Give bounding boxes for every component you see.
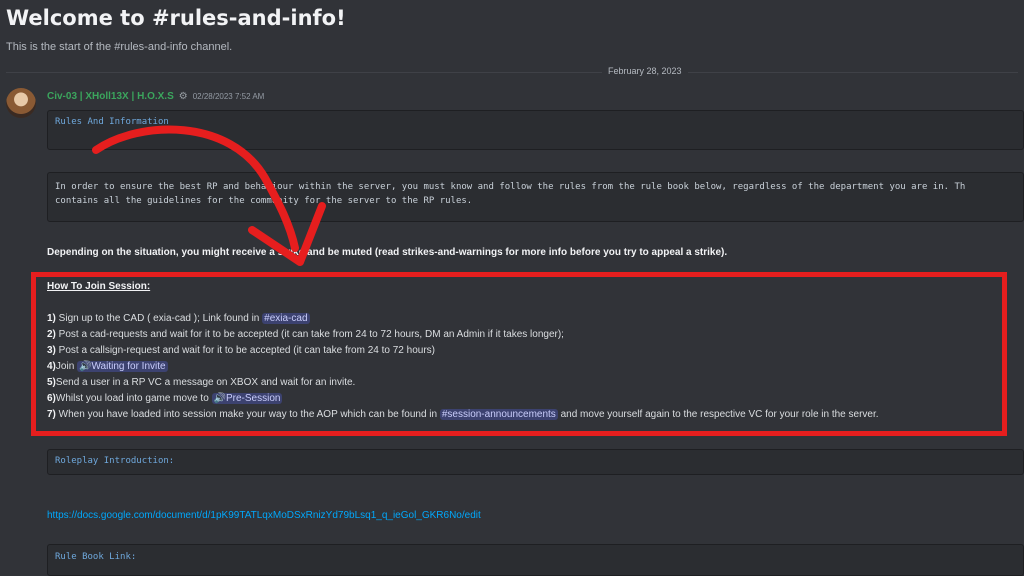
step-number: 6) xyxy=(47,393,56,404)
author-name[interactable]: Civ-03 | XHoll13X | H.O.X.S xyxy=(47,91,174,102)
step-text: Sign up to the CAD ( exia-cad ); Link fo… xyxy=(55,313,263,324)
voice-channel-mention-presession[interactable]: 🔊Pre-Session xyxy=(211,393,283,404)
roleplay-header-text: Roleplay Introduction: xyxy=(55,456,175,466)
channel-mention-exia-cad[interactable]: #exia-cad xyxy=(262,313,310,324)
bot-badge-icon: ⚙ xyxy=(178,91,188,102)
step-text: When you have loaded into session make y… xyxy=(55,409,440,420)
channel-start-subtitle: This is the start of the #rules-and-info… xyxy=(6,41,233,53)
intro-codeblock: In order to ensure the best RP and behav… xyxy=(47,172,1024,222)
list-item: 5)Send a user in a RP VC a message on XB… xyxy=(47,375,879,391)
date-divider-label: February 28, 2023 xyxy=(602,66,688,76)
strike-notice: Depending on the situation, you might re… xyxy=(47,247,728,258)
intro-line-1: In order to ensure the best RP and behav… xyxy=(55,182,966,192)
roleplay-codeblock: Roleplay Introduction: xyxy=(47,449,1024,475)
google-doc-link[interactable]: https://docs.google.com/document/d/1pK99… xyxy=(47,510,481,521)
list-item: 6)Whilst you load into game move to 🔊Pre… xyxy=(47,391,879,407)
rulebook-codeblock: Rule Book Link: xyxy=(47,544,1024,576)
step-number: 1) xyxy=(47,313,56,324)
step-number: 2) xyxy=(47,329,56,340)
message-header: Civ-03 | XHoll13X | H.O.X.S ⚙ 02/28/2023… xyxy=(47,91,264,102)
rules-header-text: Rules And Information xyxy=(55,117,169,127)
list-item: 3) Post a callsign-request and wait for … xyxy=(47,343,879,359)
step-number: 3) xyxy=(47,345,56,356)
step-number: 4) xyxy=(47,361,56,372)
session-steps-list: 1) Sign up to the CAD ( exia-cad ); Link… xyxy=(47,311,879,423)
date-divider-line xyxy=(6,72,1018,73)
message-timestamp: 02/28/2023 7:52 AM xyxy=(192,92,265,101)
step-text: Join xyxy=(55,361,78,372)
step-number: 7) xyxy=(47,409,56,420)
channel-welcome-title: Welcome to #rules-and-info! xyxy=(6,6,346,30)
voice-channel-mention-waiting[interactable]: 🔊Waiting for Invite xyxy=(77,361,168,372)
author-avatar[interactable] xyxy=(6,88,36,118)
channel-mention-session-announcements[interactable]: #session-announcements xyxy=(439,409,558,420)
list-item: 4)Join 🔊Waiting for Invite xyxy=(47,359,879,375)
step-text: Send a user in a RP VC a message on XBOX… xyxy=(55,377,356,388)
rulebook-header-text: Rule Book Link: xyxy=(55,552,137,562)
step-text: Whilst you load into game move to xyxy=(55,393,212,404)
session-title: How To Join Session: xyxy=(47,281,151,292)
intro-line-2: contains all the guidelines for the comm… xyxy=(55,196,473,206)
list-item: 2) Post a cad-requests and wait for it t… xyxy=(47,327,879,343)
step-text-continued: and move yourself again to the respectiv… xyxy=(557,409,879,420)
step-text: Post a callsign-request and wait for it … xyxy=(55,345,435,356)
step-number: 5) xyxy=(47,377,56,388)
step-text: Post a cad-requests and wait for it to b… xyxy=(55,329,564,340)
list-item: 1) Sign up to the CAD ( exia-cad ); Link… xyxy=(47,311,879,327)
rules-header-codeblock: Rules And Information xyxy=(47,110,1024,150)
list-item: 7) When you have loaded into session mak… xyxy=(47,407,879,423)
